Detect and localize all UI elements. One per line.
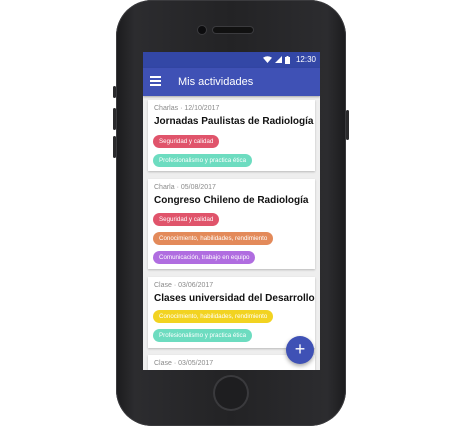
phone-volume-button	[113, 86, 116, 98]
activity-meta: Clase · 03/06/2017	[154, 282, 214, 289]
competency-tag[interactable]: Seguridad y calidad	[153, 213, 220, 226]
activity-meta: Charla · 05/08/2017	[154, 184, 216, 191]
app-bar: Mis actividades	[143, 68, 320, 96]
activity-card[interactable]: Charlas · 12/10/2017 Jornadas Paulistas …	[148, 100, 315, 171]
status-time: 12:30	[295, 55, 316, 64]
front-camera	[198, 26, 206, 34]
wifi-icon	[262, 56, 272, 63]
add-activity-button[interactable]: +	[286, 336, 314, 364]
activity-title: Jornadas Paulistas de Radiología	[154, 116, 314, 127]
battery-icon	[284, 55, 290, 64]
competency-tag[interactable]: Seguridad y calidad	[153, 135, 220, 148]
activity-title: Clases universidad del Desarrollo	[154, 293, 315, 304]
activity-meta: Charlas · 12/10/2017	[154, 105, 220, 112]
activity-list: Charlas · 12/10/2017 Jornadas Paulistas …	[143, 96, 320, 370]
competency-tag[interactable]: Profesionalismo y practica ética	[153, 329, 253, 342]
activity-meta: Clase · 03/05/2017	[154, 360, 214, 367]
activity-card[interactable]: Clase · 03/06/2017 Clases universidad de…	[148, 277, 315, 348]
activity-title: Congreso Chileno de Radiología	[154, 195, 309, 206]
competency-tag[interactable]: Conocimiento, habilidades, rendimiento	[153, 310, 274, 323]
status-bar: 12:30	[143, 52, 320, 68]
competency-tag[interactable]: Profesionalismo y practica ética	[153, 154, 253, 167]
hamburger-menu-icon[interactable]	[150, 76, 161, 86]
activity-card[interactable]: Charla · 05/08/2017 Congreso Chileno de …	[148, 179, 315, 269]
home-button[interactable]	[215, 377, 247, 409]
phone-power-button	[346, 110, 349, 140]
competency-tag[interactable]: Conocimiento, habilidades, rendimiento	[153, 232, 274, 245]
app-screen: 12:30 Mis actividades Charlas · 12/10/20…	[143, 52, 320, 370]
phone-volume-down-button	[113, 136, 116, 158]
page-title: Mis actividades	[178, 76, 254, 88]
signal-icon	[274, 56, 282, 63]
competency-tag[interactable]: Comunicación, trabajo en equipo	[153, 251, 256, 264]
speaker-grille	[213, 27, 253, 33]
phone-volume-up-button	[113, 108, 116, 130]
